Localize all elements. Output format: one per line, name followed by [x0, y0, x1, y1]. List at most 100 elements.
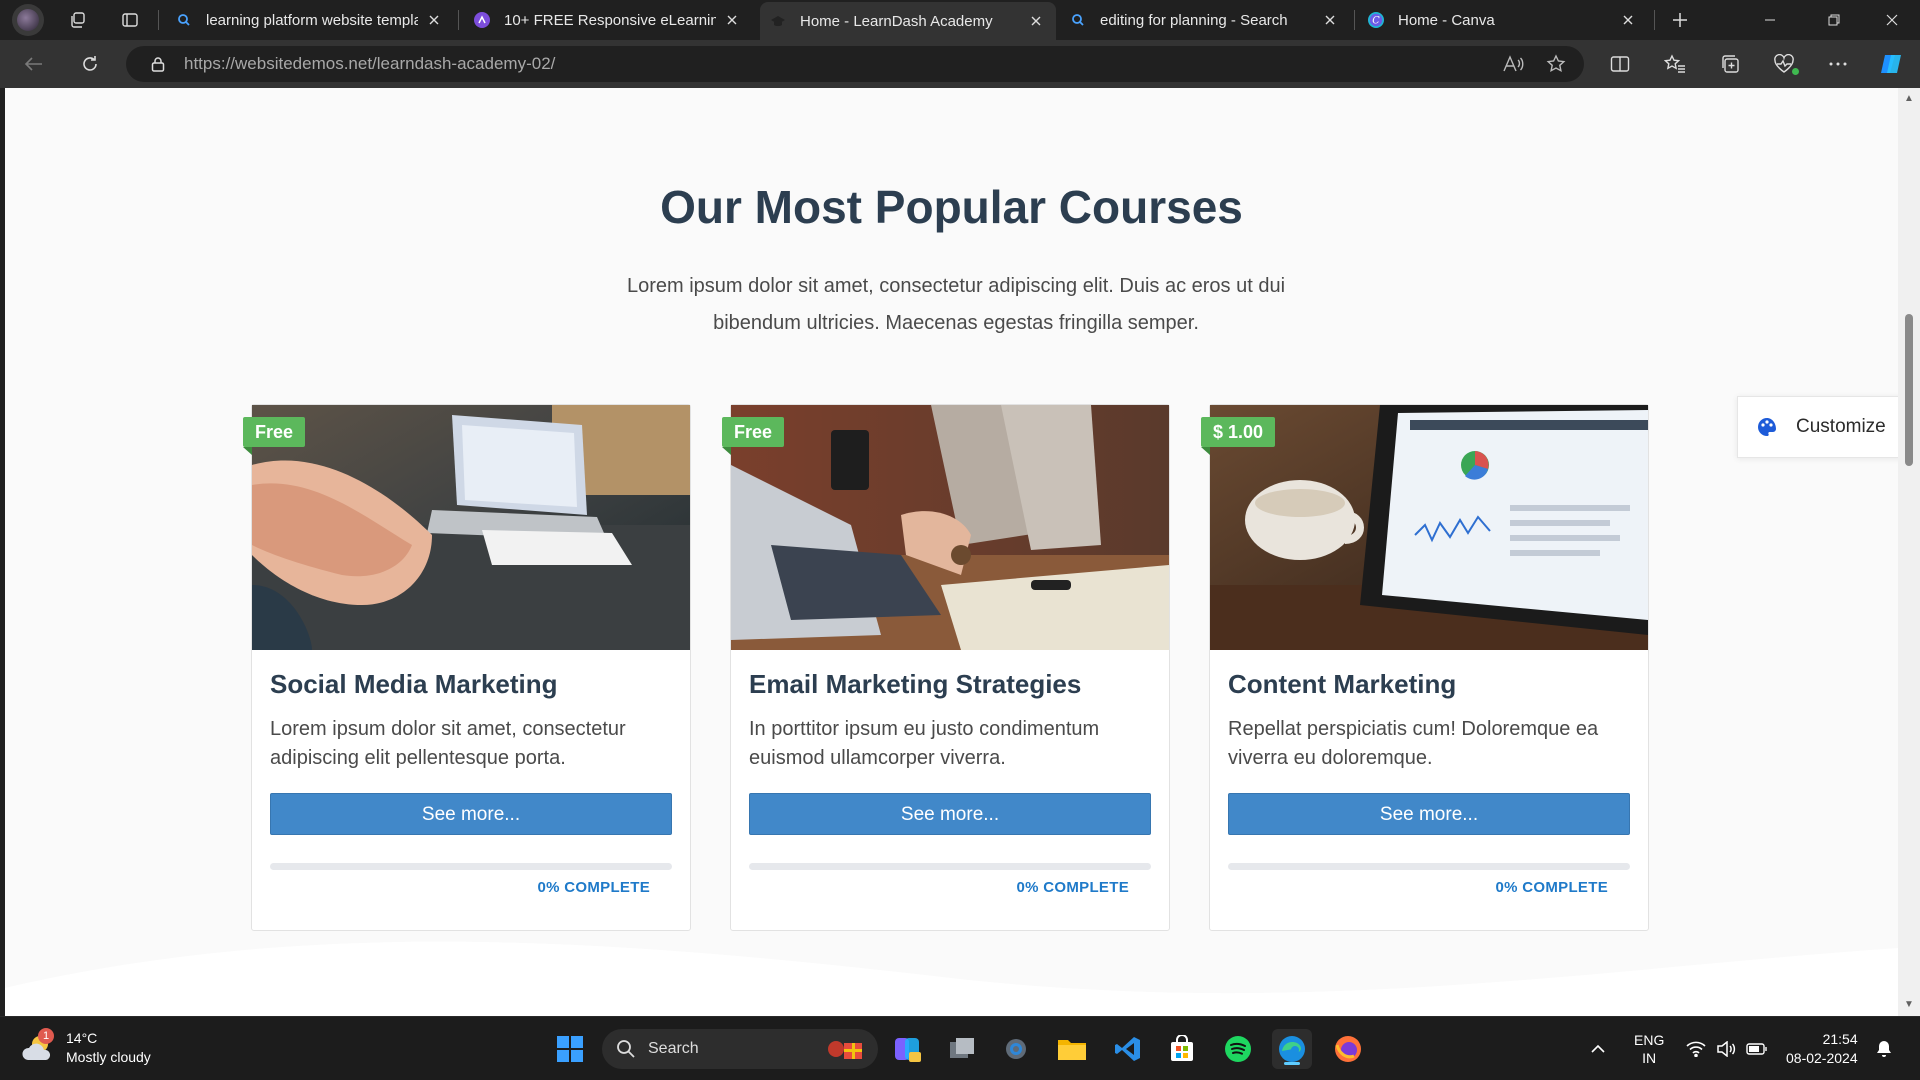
minimize-button[interactable]: [1742, 0, 1798, 40]
course-title[interactable]: Content Marketing: [1228, 669, 1456, 700]
vertical-tabs-icon[interactable]: [114, 6, 146, 34]
tab-title: Home - Canva: [1398, 11, 1495, 29]
page-title: Our Most Popular Courses: [660, 181, 1243, 233]
settings-gear-icon[interactable]: [996, 1029, 1036, 1069]
scroll-up-icon[interactable]: ▲: [1904, 94, 1914, 104]
see-more-button[interactable]: See more...: [749, 793, 1151, 835]
notification-bell-icon[interactable]: [1876, 1017, 1892, 1080]
restore-button[interactable]: [1806, 0, 1862, 40]
spotify-icon[interactable]: [1218, 1029, 1258, 1069]
tab-4[interactable]: C Home - Canva: [1358, 4, 1648, 36]
collections-icon[interactable]: [1710, 48, 1750, 80]
search-icon: [616, 1039, 636, 1059]
avatar-icon: [17, 9, 39, 31]
price-badge: Free: [722, 417, 785, 455]
active-app-indicator: [1284, 1062, 1300, 1065]
battery-icon[interactable]: [1746, 1017, 1768, 1080]
url-host: https://websitedemos.net: [184, 54, 373, 73]
back-arrow-icon[interactable]: [14, 48, 54, 80]
course-description: Repellat perspiciatis cum! Doloremque ea…: [1228, 718, 1599, 769]
url-path: /learndash-academy-02/: [372, 54, 556, 73]
search-label: Search: [648, 1040, 699, 1057]
lang-code: ENG: [1634, 1032, 1665, 1048]
course-card: $ 1.00 Content Marketing Repellat perspi…: [1201, 404, 1649, 931]
course-title[interactable]: Email Marketing Strategies: [749, 669, 1081, 700]
lang-region: IN: [1642, 1050, 1657, 1066]
customize-button[interactable]: Customize: [1737, 396, 1898, 458]
course-description: In porttitor ipsum eu justo condimentum …: [749, 718, 1100, 769]
tab-1[interactable]: 10+ FREE Responsive eLearning T: [464, 4, 752, 36]
clock-date: 08-02-2024: [1786, 1050, 1858, 1066]
wifi-icon[interactable]: [1686, 1017, 1706, 1080]
course-card: Free Social Media Marketing Lorem ipsum …: [243, 404, 691, 931]
close-tab-icon[interactable]: [722, 10, 742, 30]
new-tab-button[interactable]: [1664, 6, 1696, 34]
tab-0[interactable]: learning platform website templa: [166, 4, 454, 36]
browser-toolbar: https://websitedemos.net/learndash-acade…: [0, 40, 1920, 88]
svg-text:C: C: [1372, 16, 1380, 27]
weather-alert-badge: 1: [38, 1028, 54, 1044]
volume-icon[interactable]: [1716, 1017, 1736, 1080]
weather-description: Mostly cloudy: [66, 1049, 151, 1065]
clock-time: 21:54: [1822, 1031, 1858, 1047]
favorites-icon[interactable]: [1655, 48, 1695, 80]
task-view-icon[interactable]: [942, 1029, 982, 1069]
url-text: https://websitedemos.net/learndash-acade…: [184, 54, 555, 74]
weather-temp: 14°C: [66, 1030, 98, 1046]
language-indicator[interactable]: ENG IN: [1634, 1017, 1664, 1080]
split-screen-icon[interactable]: [1600, 48, 1640, 80]
scroll-down-icon[interactable]: ▼: [1904, 1000, 1914, 1010]
show-hidden-icons[interactable]: [1590, 1017, 1606, 1080]
file-explorer-icon[interactable]: [1052, 1029, 1092, 1069]
course-image[interactable]: [731, 405, 1169, 650]
page-scrollbar[interactable]: ▲ ▼: [1898, 88, 1920, 1016]
favorite-star-icon[interactable]: [1546, 54, 1566, 79]
close-tab-icon[interactable]: [1026, 11, 1046, 31]
course-image[interactable]: [252, 405, 690, 650]
tab-title: editing for planning - Search: [1100, 11, 1288, 29]
search-icon: [1070, 12, 1086, 28]
see-more-button[interactable]: See more...: [270, 793, 672, 835]
close-window-button[interactable]: [1864, 0, 1920, 40]
progress-bar: [1228, 863, 1630, 870]
windows-start-icon[interactable]: [550, 1029, 590, 1069]
vscode-icon[interactable]: [1108, 1029, 1148, 1069]
read-aloud-icon[interactable]: [1502, 54, 1524, 79]
scrollbar-thumb[interactable]: [1905, 314, 1913, 466]
clock[interactable]: 21:54 08-02-2024: [1786, 1017, 1858, 1080]
browser-essentials-icon[interactable]: [1764, 48, 1804, 80]
close-tab-icon[interactable]: [1320, 10, 1340, 30]
course-title[interactable]: Social Media Marketing: [270, 669, 558, 700]
progress-bar: [749, 863, 1151, 870]
decorative-wave: [5, 941, 1898, 1016]
progress-label: 0% COMPLETE: [1016, 879, 1129, 896]
course-description: Lorem ipsum dolor sit amet, consectetur …: [270, 718, 626, 769]
edge-browser-icon[interactable]: [1272, 1029, 1312, 1069]
more-options-icon[interactable]: [1818, 48, 1858, 80]
firefox-icon[interactable]: [1328, 1029, 1368, 1069]
microsoft-store-icon[interactable]: [1162, 1029, 1202, 1069]
progress-label: 0% COMPLETE: [1495, 879, 1608, 896]
gift-icon: [826, 1037, 866, 1066]
web-page: Our Most Popular Courses Lorem ipsum dol…: [5, 88, 1898, 1016]
progress-bar: [270, 863, 672, 870]
close-tab-icon[interactable]: [424, 10, 444, 30]
copilot-app-icon[interactable]: [888, 1029, 928, 1069]
address-bar[interactable]: https://websitedemos.net/learndash-acade…: [126, 46, 1584, 82]
taskbar-search[interactable]: Search: [602, 1029, 878, 1069]
progress-label: 0% COMPLETE: [537, 879, 650, 896]
graduation-cap-icon: [770, 13, 786, 29]
weather-widget[interactable]: 1 14°C Mostly cloudy: [20, 1028, 151, 1067]
course-image[interactable]: [1210, 405, 1648, 650]
search-icon: [176, 12, 192, 28]
copilot-icon[interactable]: [1872, 48, 1912, 80]
lock-icon[interactable]: [148, 54, 168, 74]
palette-icon: [1756, 416, 1778, 438]
workspaces-icon[interactable]: [62, 6, 94, 34]
refresh-icon[interactable]: [70, 48, 110, 80]
profile-avatar[interactable]: [12, 4, 44, 36]
tab-3[interactable]: editing for planning - Search: [1060, 4, 1350, 36]
close-tab-icon[interactable]: [1618, 10, 1638, 30]
see-more-button[interactable]: See more...: [1228, 793, 1630, 835]
tab-2[interactable]: Home - LearnDash Academy: [760, 2, 1056, 40]
